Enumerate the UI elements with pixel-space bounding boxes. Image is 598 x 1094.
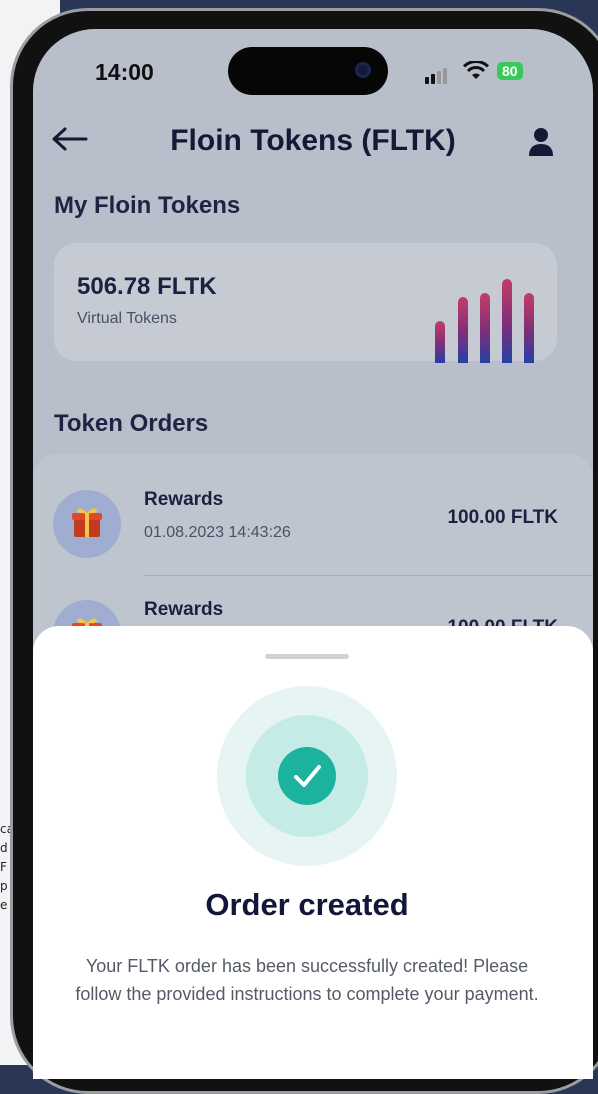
order-created-sheet: Order created Your FLTK order has been s…	[33, 626, 593, 1079]
camera-icon	[355, 62, 371, 78]
status-bar: 14:00 80	[33, 29, 593, 119]
order-name: Rewards	[144, 489, 224, 510]
app-screen: 14:00 80 Floin Tokens (FLTK) My Floin To…	[33, 29, 593, 1079]
balance-card: 506.78 FLTK Virtual Tokens	[54, 243, 557, 363]
sheet-title: Order created	[205, 887, 409, 922]
list-item[interactable]: Rewards 01.08.2023 14:43:26 100.00 FLTK	[33, 454, 593, 576]
app-header: Floin Tokens (FLTK)	[33, 119, 593, 169]
chart-bar	[458, 297, 468, 363]
sheet-drag-handle[interactable]	[265, 654, 349, 659]
chart-bar	[480, 293, 490, 363]
signal-icon	[425, 65, 449, 84]
orders-section-title: Token Orders	[54, 410, 209, 437]
wifi-icon	[462, 60, 490, 85]
chart-bar	[502, 279, 512, 363]
order-date: 01.08.2023 14:43:26	[144, 524, 291, 541]
chart-bar	[524, 293, 534, 363]
token-balance: 506.78 FLTK	[77, 273, 217, 300]
order-name: Rewards	[144, 599, 224, 620]
gift-icon	[69, 504, 105, 544]
tokens-section-title: My Floin Tokens	[54, 192, 241, 219]
chart-bar	[435, 321, 445, 363]
page-title: Floin Tokens (FLTK)	[170, 124, 456, 157]
battery-indicator: 80	[497, 62, 523, 80]
sheet-message: Your FLTK order has been successfully cr…	[75, 956, 539, 1004]
status-time: 14:00	[95, 59, 154, 85]
checkmark-icon	[278, 747, 336, 805]
profile-icon[interactable]	[527, 127, 555, 161]
balance-label: Virtual Tokens	[77, 310, 177, 327]
order-amount: 100.00 FLTK	[447, 507, 558, 528]
balance-chart	[435, 273, 545, 363]
success-badge	[217, 686, 397, 866]
order-avatar	[53, 490, 121, 558]
